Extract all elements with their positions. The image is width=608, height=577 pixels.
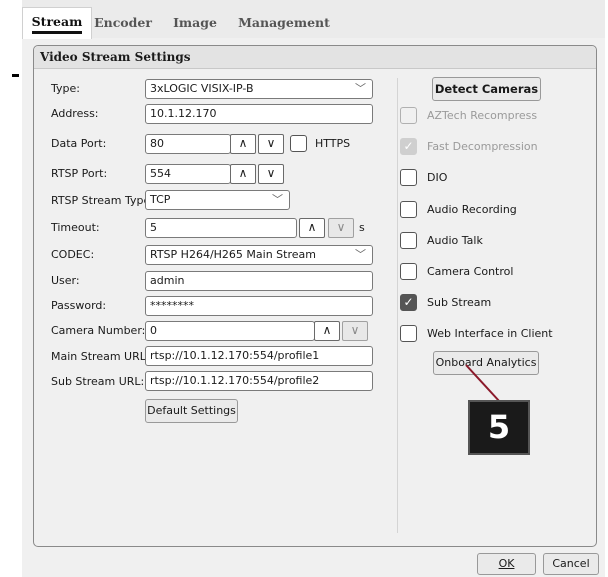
callout-connector [465,364,501,403]
callout-line [465,364,501,403]
step-number-badge: 5 [468,400,530,455]
